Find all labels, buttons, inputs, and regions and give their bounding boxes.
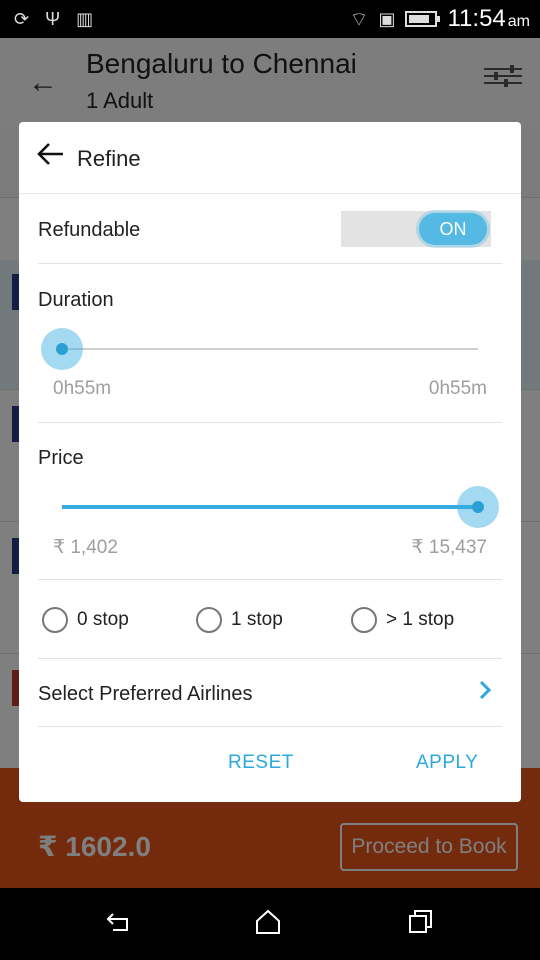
stop-option-2[interactable]: > 1 stop <box>351 606 454 634</box>
preferred-airlines-link[interactable]: Select Preferred Airlines <box>38 683 253 706</box>
dialog-title: Refine <box>77 146 141 171</box>
dialog-back-icon[interactable] <box>35 138 67 170</box>
battery-icon <box>405 11 441 27</box>
chevron-right-icon[interactable] <box>476 678 496 702</box>
divider <box>38 579 502 580</box>
clock-ampm: am <box>507 13 530 30</box>
home-nav-icon[interactable] <box>248 908 288 940</box>
divider <box>38 658 502 659</box>
apply-button[interactable]: APPLY <box>416 752 478 774</box>
usb-icon: Ψ <box>45 9 61 29</box>
radio-button[interactable] <box>196 607 222 633</box>
divider <box>38 726 502 727</box>
duration-max-value: 0h55m <box>428 378 487 399</box>
reset-button[interactable]: RESET <box>228 752 294 774</box>
price-track-fill <box>62 505 478 509</box>
duration-label: Duration <box>38 289 114 311</box>
duration-track <box>62 348 478 350</box>
wifi-icon: ⌔ <box>349 8 369 31</box>
system-nav-bar <box>0 888 540 960</box>
price-min-value: ₹ 1,402 <box>53 537 118 558</box>
dialog-header: Refine <box>19 122 521 194</box>
sync-icon: ⟳ <box>14 9 30 29</box>
price-label: Price <box>38 447 84 469</box>
duration-thumb[interactable] <box>41 328 83 370</box>
clock-time: 11:54 <box>447 5 506 32</box>
duration-min-value: 0h55m <box>53 378 112 399</box>
sim-icon: ▣ <box>378 8 396 29</box>
stop-option-0[interactable]: 0 stop <box>42 606 129 634</box>
barcode-icon: ▥ <box>76 9 94 29</box>
back-nav-icon[interactable] <box>100 908 140 940</box>
stop-option-1[interactable]: 1 stop <box>196 606 283 634</box>
divider <box>38 263 502 264</box>
stop-label: 1 stop <box>231 609 283 630</box>
price-max-thumb[interactable] <box>457 486 499 528</box>
refine-dialog: Refine Refundable ON Duration 0h55m 0h55… <box>19 122 521 802</box>
toggle-state: ON <box>419 213 487 245</box>
price-max-value: ₹ 15,437 <box>411 537 487 558</box>
refundable-toggle[interactable]: ON <box>341 211 491 247</box>
refundable-label: Refundable <box>38 219 141 241</box>
stop-label: > 1 stop <box>386 609 455 630</box>
stop-label: 0 stop <box>77 609 129 630</box>
divider <box>38 422 502 423</box>
radio-button[interactable] <box>351 607 377 633</box>
radio-button[interactable] <box>42 607 68 633</box>
recents-nav-icon[interactable] <box>400 908 440 940</box>
status-bar: ⟳ Ψ ▥ ⌔ ▣ 11:54 am <box>0 0 540 38</box>
